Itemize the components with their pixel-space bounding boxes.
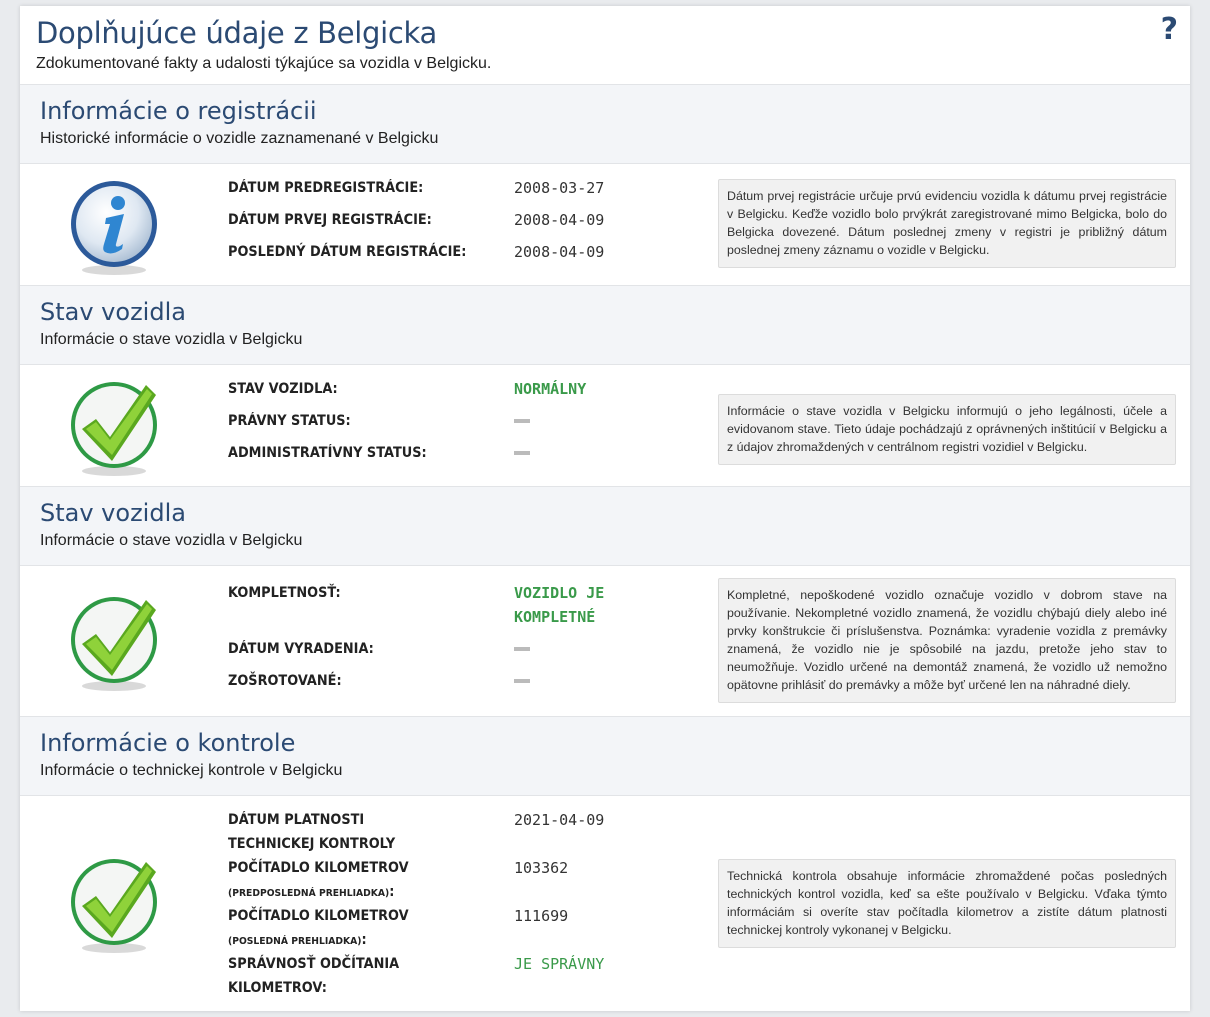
row-value-empty bbox=[514, 409, 674, 433]
section-subtitle: Informácie o stave vozidla v Belgicku bbox=[40, 331, 303, 348]
row-value: 111699 bbox=[514, 907, 569, 925]
report-card: Doplňujúce údaje z Belgicka Zdokumentova… bbox=[20, 6, 1190, 1011]
section-completeness-header: Stav vozidla Informácie o stave vozidla … bbox=[20, 486, 1190, 566]
page-title: Doplňujúce údaje z Belgicka bbox=[36, 16, 438, 50]
checkmark-icon bbox=[68, 856, 160, 956]
help-icon[interactable]: ? bbox=[1161, 12, 1178, 47]
row-label: DÁTUM PLATNOSTI TECHNICKEJ KONTROLY bbox=[228, 812, 396, 852]
checkmark-icon bbox=[68, 594, 160, 694]
row-value-empty bbox=[514, 637, 674, 661]
row-label: SPRÁVNOSŤ ODČÍTANIA KILOMETROV: bbox=[228, 956, 400, 996]
row-label: POČÍTADLO KILOMETROV (POSLEDNÁ PREHLIADK… bbox=[228, 904, 458, 954]
row-label: STAV VOZIDLA: bbox=[228, 381, 338, 397]
row-label: POSLEDNÝ DÁTUM REGISTRÁCIE: bbox=[228, 244, 467, 260]
row-label-note: (PREDPOSLEDNÁ PREHLIADKA) bbox=[228, 888, 390, 899]
checkmark-icon bbox=[68, 379, 160, 479]
section-registration-body: DÁTUM PREDREGISTRÁCIE: 2008-03-27 DÁTUM … bbox=[20, 164, 1190, 285]
page-header: Doplňujúce údaje z Belgicka Zdokumentova… bbox=[20, 6, 1190, 86]
row-value: VOZIDLO JE KOMPLETNÉ bbox=[514, 584, 605, 626]
row-label: DÁTUM PREDREGISTRÁCIE: bbox=[228, 180, 424, 196]
section-status-header: Stav vozidla Informácie o stave vozidla … bbox=[20, 285, 1190, 365]
row-value: 2008-04-09 bbox=[514, 211, 605, 229]
section-registration-header: Informácie o registrácii Historické info… bbox=[20, 84, 1190, 164]
row-value-empty bbox=[514, 669, 674, 693]
row-value-empty bbox=[514, 441, 674, 465]
row-label-main: POČÍTADLO KILOMETROV bbox=[228, 860, 409, 876]
info-note: Technická kontrola obsahuje informácie z… bbox=[718, 859, 1176, 948]
row-label: DÁTUM VYRADENIA: bbox=[228, 641, 374, 657]
row-value: 2021-04-09 bbox=[514, 811, 605, 829]
page-subtitle: Zdokumentované fakty a udalosti týkajúce… bbox=[36, 55, 492, 72]
row-label-main: POČÍTADLO KILOMETROV bbox=[228, 908, 409, 924]
section-title: Stav vozidla bbox=[40, 298, 186, 326]
section-status-body: STAV VOZIDLA: NORMÁLNY PRÁVNY STATUS: AD… bbox=[20, 365, 1190, 486]
row-value: JE SPRÁVNY bbox=[514, 955, 605, 973]
row-label: POČÍTADLO KILOMETROV (PREDPOSLEDNÁ PREHL… bbox=[228, 856, 476, 906]
row-value: 2008-03-27 bbox=[514, 179, 605, 197]
section-subtitle: Informácie o technickej kontrole v Belgi… bbox=[40, 762, 343, 779]
row-label: KOMPLETNOSŤ: bbox=[228, 585, 341, 601]
section-completeness-body: KOMPLETNOSŤ: VOZIDLO JE KOMPLETNÉ DÁTUM … bbox=[20, 566, 1190, 716]
section-subtitle: Historické informácie o vozidle zaznamen… bbox=[40, 130, 439, 147]
row-label-colon: : bbox=[389, 884, 395, 900]
row-value: NORMÁLNY bbox=[514, 380, 587, 398]
section-title: Informácie o registrácii bbox=[40, 97, 317, 125]
row-label: DÁTUM PRVEJ REGISTRÁCIE: bbox=[228, 212, 432, 228]
row-value: 2008-04-09 bbox=[514, 243, 605, 261]
row-value: 103362 bbox=[514, 859, 569, 877]
section-title: Informácie o kontrole bbox=[40, 729, 296, 757]
section-title: Stav vozidla bbox=[40, 499, 186, 527]
row-label: PRÁVNY STATUS: bbox=[228, 413, 351, 429]
info-note: Kompletné, nepoškodené vozidlo označuje … bbox=[718, 578, 1176, 703]
row-label: ADMINISTRATÍVNY STATUS: bbox=[228, 445, 427, 461]
section-inspection-body: DÁTUM PLATNOSTI TECHNICKEJ KONTROLY 2021… bbox=[20, 796, 1190, 1011]
section-inspection-header: Informácie o kontrole Informácie o techn… bbox=[20, 716, 1190, 796]
info-note: Dátum prvej registrácie určuje prvú evid… bbox=[718, 179, 1176, 268]
info-note: Informácie o stave vozidla v Belgicku in… bbox=[718, 394, 1176, 465]
row-label-note: (POSLEDNÁ PREHLIADKA) bbox=[228, 936, 362, 947]
info-icon bbox=[68, 178, 160, 278]
section-subtitle: Informácie o stave vozidla v Belgicku bbox=[40, 532, 303, 549]
row-label: ZOŠROTOVANÉ: bbox=[228, 673, 342, 689]
row-label-colon: : bbox=[361, 932, 367, 948]
